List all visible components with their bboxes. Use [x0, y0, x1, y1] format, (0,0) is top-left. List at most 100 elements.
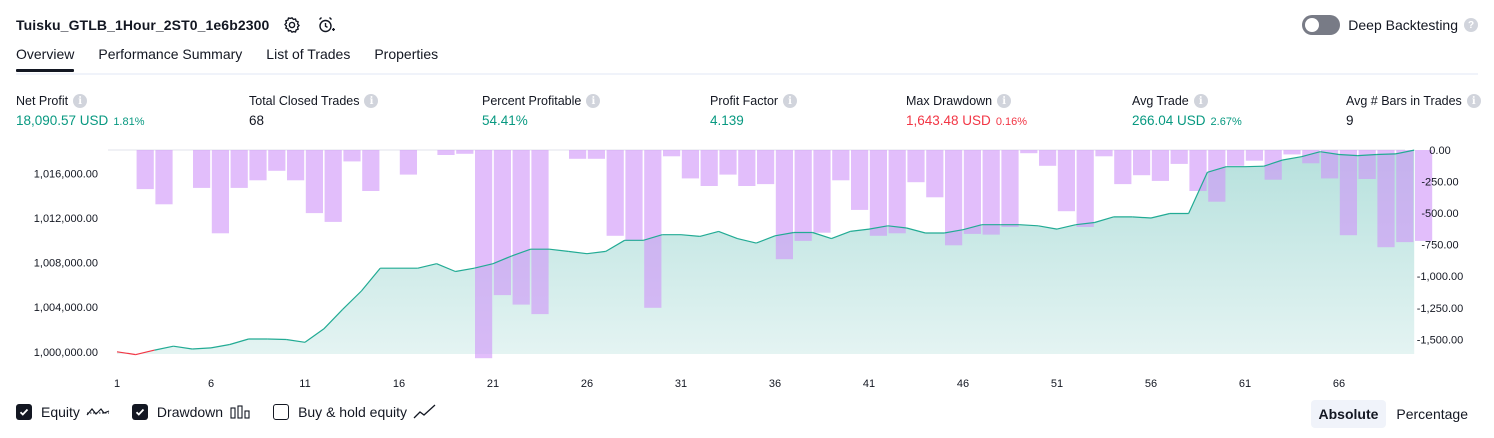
x-tick-label: 6: [208, 378, 214, 390]
drawdown-bar: [1133, 150, 1151, 176]
y-right-tick-label: -500.00: [1421, 208, 1458, 220]
drawdown-bar: [155, 150, 173, 205]
x-tick-label: 21: [487, 378, 499, 390]
metric-value: 68: [249, 113, 265, 128]
drawdown-bar: [1208, 150, 1226, 202]
drawdown-bar: [926, 150, 944, 198]
add-alert-icon[interactable]: [315, 14, 337, 36]
info-icon[interactable]: i: [364, 94, 379, 108]
help-icon[interactable]: ?: [1464, 18, 1478, 32]
drawdown-bar: [1039, 150, 1057, 166]
x-tick-label: 26: [581, 378, 593, 390]
toggle-knob: [1305, 18, 1320, 32]
info-icon[interactable]: i: [997, 94, 1012, 108]
drawdown-bar: [1151, 150, 1169, 181]
y-left-tick-label: 1,008,000.00: [34, 258, 98, 270]
drawdown-bar: [644, 150, 662, 308]
settings-icon[interactable]: [281, 14, 303, 36]
drawdown-bar: [982, 150, 1000, 235]
x-tick-label: 56: [1145, 378, 1157, 390]
buy-hold-line-icon: [413, 404, 437, 420]
info-icon[interactable]: i: [586, 94, 601, 108]
legend-label: Drawdown: [156, 404, 224, 420]
equity-line-icon: [86, 404, 110, 420]
info-icon[interactable]: i: [1193, 94, 1208, 108]
y-left-tick-label: 1,016,000.00: [34, 168, 98, 180]
x-tick-label: 61: [1239, 378, 1251, 390]
legend-buy-hold[interactable]: Buy & hold equity: [273, 404, 437, 420]
equity-line-segment: [267, 338, 287, 341]
drawdown-bar: [1020, 150, 1038, 154]
deep-backtesting-toggle[interactable]: [1302, 15, 1341, 35]
metric-net-profit: Net Profit i 18,090.57 USD 1.81%: [16, 94, 145, 128]
equity-line-segment: [1244, 165, 1264, 168]
x-tick-label: 46: [957, 378, 969, 390]
metric-percent: 0.16%: [995, 116, 1028, 128]
metric-avg-trade: Avg Trade i 266.04 USD 2.67%: [1132, 94, 1242, 128]
legend-drawdown[interactable]: Drawdown: [131, 404, 251, 420]
drawdown-bar: [1114, 150, 1132, 185]
x-tick-label: 16: [393, 378, 405, 390]
y-right-tick-label: -1,250.00: [1417, 303, 1463, 315]
y-left-tick-label: 1,000,000.00: [34, 347, 98, 359]
absolute-button[interactable]: Absolute: [1310, 400, 1387, 428]
drawdown-bar: [832, 150, 850, 181]
drawdown-bar: [475, 150, 493, 359]
drawdown-bar: [1095, 150, 1113, 157]
metric-value: 9: [1346, 113, 1354, 128]
tab-properties[interactable]: Properties: [374, 46, 438, 72]
metric-label: Percent Profitable: [482, 94, 582, 108]
drawdown-bar: [738, 150, 756, 186]
y-right-tick-label: -1,000.00: [1417, 271, 1463, 283]
checkbox-checked-icon[interactable]: [131, 404, 148, 420]
drawdown-bar: [888, 150, 906, 234]
drawdown-bar: [1001, 150, 1019, 227]
checkbox-checked-icon[interactable]: [16, 404, 32, 420]
drawdown-bar: [1189, 150, 1207, 191]
drawdown-bar: [907, 150, 925, 183]
x-tick-label: 1: [114, 378, 120, 390]
drawdown-bar: [287, 150, 305, 181]
drawdown-bar: [700, 150, 718, 186]
drawdown-bar: [305, 150, 323, 214]
info-icon[interactable]: i: [73, 94, 88, 108]
tab-overview[interactable]: Overview: [16, 46, 75, 72]
metric-value: 1,643.48 USD: [906, 113, 991, 128]
drawdown-bar: [136, 150, 154, 190]
metric-value: 4.139: [710, 113, 744, 128]
report-tabs: Overview Performance Summary List of Tra…: [16, 46, 462, 72]
x-tick-label: 51: [1051, 378, 1063, 390]
x-tick-label: 36: [769, 378, 781, 390]
metric-value: 266.04 USD: [1132, 113, 1206, 128]
equity-drawdown-chart[interactable]: 1,016,000.00 1,012,000.00 1,008,000.00 1,00…: [0, 138, 1494, 396]
drawdown-bar: [1415, 150, 1433, 241]
x-tick-label: 66: [1333, 378, 1345, 390]
checkbox-unchecked-icon[interactable]: [273, 404, 290, 420]
y-right-tick-label: -250.00: [1421, 177, 1458, 189]
drawdown-bar: [587, 150, 605, 159]
metric-value: 18,090.57 USD: [16, 113, 109, 128]
drawdown-bar: [1377, 150, 1395, 248]
drawdown-bar: [569, 150, 587, 159]
drawdown-bar: [1245, 150, 1263, 161]
drawdown-bar: [1339, 150, 1357, 236]
legend-equity[interactable]: Equity: [16, 404, 110, 420]
metric-label: Profit Factor: [710, 94, 779, 108]
y-right-tick-label: -1,500.00: [1417, 334, 1463, 346]
drawdown-bar: [268, 150, 286, 171]
metric-label: Net Profit: [16, 94, 69, 108]
deep-backtesting-label: Deep Backtesting: [1348, 17, 1458, 33]
drawdown-bar: [719, 150, 737, 175]
drawdown-bar: [1170, 150, 1188, 164]
tab-list-of-trades[interactable]: List of Trades: [266, 46, 350, 72]
tab-performance-summary[interactable]: Performance Summary: [98, 46, 242, 72]
info-icon[interactable]: i: [1466, 94, 1481, 108]
info-icon[interactable]: i: [783, 94, 798, 108]
percentage-button[interactable]: Percentage: [1388, 400, 1476, 428]
drawdown-bar: [1076, 150, 1094, 227]
drawdown-bar: [663, 150, 681, 157]
drawdown-bar: [775, 150, 793, 260]
chart-legend: Equity Drawdown Buy & hold equity: [16, 404, 459, 420]
drawdown-bar: [1283, 150, 1301, 155]
drawdown-bar: [512, 150, 530, 305]
